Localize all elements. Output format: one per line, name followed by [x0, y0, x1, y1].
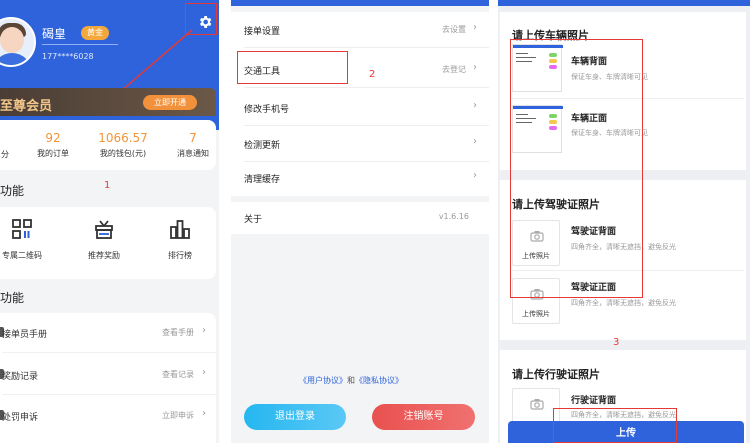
annotation-label-3: 3	[613, 337, 620, 348]
agreement-links: 《用户协议》和《隐私协议》	[299, 376, 403, 385]
menu-item-manual[interactable]: 接单员手册 查看手册 ›	[0, 313, 216, 353]
annotation-box-upload-button	[553, 408, 677, 443]
setting-change-phone[interactable]: 修改手机号 ›	[231, 90, 489, 126]
settings-screen: 接单设置 去设置 › 交通工具 去登记 › 2 修改手机号 › 检测更新 › 清…	[231, 0, 489, 443]
user-agreement-link[interactable]: 《用户协议》	[299, 376, 347, 385]
upload-topbar	[498, 0, 750, 6]
setting-order-settings[interactable]: 接单设置 去设置 ›	[231, 12, 489, 48]
vehicle-license-section-title: 请上传行驶证照片	[512, 368, 600, 381]
stat-my-wallet[interactable]: 1066.57 我的钱包(元)	[94, 131, 152, 159]
menu-item-reward-records[interactable]: 奖励记录 查看记录 ›	[0, 355, 216, 395]
annotation-label-1: 1	[104, 180, 111, 191]
phone-number: 177****6028	[42, 52, 94, 61]
feature-leaderboard[interactable]: 排行榜	[150, 218, 210, 261]
setting-clear-cache[interactable]: 清理缓存 ›	[231, 160, 489, 196]
privacy-agreement-link[interactable]: 《隐私协议》	[355, 376, 403, 385]
qr-code-icon	[12, 219, 32, 239]
annotation-box-upload-list	[510, 39, 643, 298]
stat-my-orders[interactable]: 92 我的订单	[30, 131, 76, 159]
vehicle-license-back-title: 行驶证背面	[571, 396, 617, 406]
annotation-box-vehicle	[237, 51, 348, 84]
profile-screen: 碣皇 黄金 177****6028 至尊会员 立即开通 分 92 我的订单 10…	[0, 0, 219, 443]
gift-icon	[95, 220, 113, 239]
chevron-right-icon: ›	[473, 62, 477, 73]
vip-title: 至尊会员	[0, 99, 53, 114]
upload-screen: 请上传车辆照片 车辆背面 保证车身、车牌清晰可见 车辆正面 保证车身、车牌清晰可…	[498, 0, 750, 443]
feature-referral-reward[interactable]: 推荐奖励	[74, 218, 134, 261]
stat-notifications[interactable]: 7 消息通知	[172, 131, 214, 159]
tools-section-title: 功能	[0, 291, 25, 305]
chevron-right-icon: ›	[473, 136, 477, 147]
chevron-right-icon: ›	[202, 325, 206, 336]
chevron-right-icon: ›	[473, 22, 477, 33]
features-section-title: 功能	[0, 184, 25, 198]
menu-item-penalty-appeal[interactable]: 处罚申诉 立即申诉 ›	[0, 396, 216, 436]
setting-about[interactable]: 关于 v1.6.16	[231, 200, 489, 236]
ranking-icon	[170, 220, 190, 239]
vip-open-button[interactable]: 立即开通	[143, 95, 197, 110]
cancel-account-button[interactable]: 注销账号	[372, 404, 475, 430]
chevron-right-icon: ›	[473, 170, 477, 181]
setting-check-update[interactable]: 检测更新 ›	[231, 126, 489, 162]
chevron-right-icon: ›	[473, 100, 477, 111]
username: 碣皇	[42, 27, 67, 41]
annotation-label-2: 2	[369, 69, 376, 80]
settings-topbar	[231, 0, 489, 6]
feature-qr-code[interactable]: 专属二维码	[0, 218, 52, 261]
chevron-right-icon: ›	[202, 408, 206, 419]
app-version: v1.6.16	[438, 212, 469, 221]
stat-points[interactable]: 分	[0, 131, 10, 160]
logout-button[interactable]: 退出登录	[244, 404, 346, 430]
chevron-right-icon: ›	[202, 367, 206, 378]
driver-license-front-desc: 四角齐全，清晰无遮挡，避免反光	[571, 299, 676, 307]
camera-icon	[530, 399, 544, 410]
